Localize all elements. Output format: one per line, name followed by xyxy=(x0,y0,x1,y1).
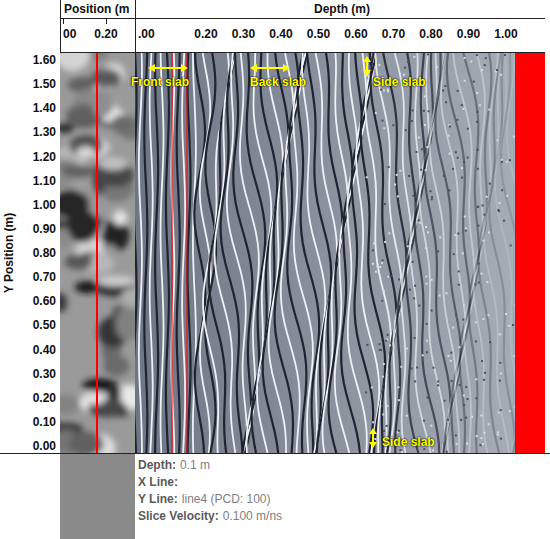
bottom-spacer xyxy=(0,453,60,539)
vertical-arrow-icon xyxy=(362,56,372,76)
axis-tick: 1.50 xyxy=(33,77,56,91)
axis-tick: 1.30 xyxy=(33,125,56,139)
depth-ticks: .00 0.20 0.30 0.40 0.50 0.60 0.70 0.80 0.90 1.00 xyxy=(136,19,545,52)
radargram-panel[interactable] xyxy=(135,53,515,453)
position-axis-title: Position (m xyxy=(61,0,135,19)
axis-tick: 1.00 xyxy=(33,198,56,212)
gpr-viewer: Position (m000.20Depth (m).000.200.300.4… xyxy=(0,0,550,539)
preview-box xyxy=(60,453,135,539)
color-bar xyxy=(515,53,545,453)
info-label: X Line: xyxy=(138,474,178,491)
cursor-line[interactable] xyxy=(172,53,173,453)
info-value: line4 (PCD: 100) xyxy=(182,491,271,508)
annotation-label: Back slab xyxy=(250,75,306,89)
axis-tick: 0.50 xyxy=(307,27,330,41)
axis-tick: 1.10 xyxy=(33,174,56,188)
info-label: Slice Velocity: xyxy=(138,508,219,525)
info-panel: Depth:0.1 mX Line:Y Line:line4 (PCD: 100… xyxy=(135,453,550,539)
axis-tick: 0.50 xyxy=(33,318,56,332)
annotation-layer: Front slab Back slab Side slab Side slab xyxy=(60,53,545,453)
axis-tick: 0.00 xyxy=(33,439,56,453)
slice-panel[interactable] xyxy=(60,53,135,453)
axis-tick: 00 xyxy=(63,27,76,41)
axis-tick: 0.60 xyxy=(344,27,367,41)
axis-tick: 0.90 xyxy=(33,222,56,236)
axis-tick: 0.30 xyxy=(33,367,56,381)
axis-tick: 0.20 xyxy=(94,27,117,41)
vertical-arrow-icon xyxy=(368,428,378,448)
axis-tick: 1.20 xyxy=(33,150,56,164)
axis-tick: 0.40 xyxy=(269,27,292,41)
info-row: Depth:0.1 m xyxy=(138,457,550,474)
depth-header: Depth (m) .00 0.20 0.30 0.40 0.50 0.60 0.70 0.80… xyxy=(135,0,545,53)
position-header: Position (m000.20 xyxy=(60,0,135,53)
info-label: Y Line: xyxy=(138,491,178,508)
info-row: X Line: xyxy=(138,474,550,491)
annotation-label: Side slab xyxy=(382,435,435,449)
y-axis-title: Y Position (m) xyxy=(2,213,16,293)
info-value: 0.1 m xyxy=(180,457,210,474)
cursor-line[interactable] xyxy=(187,53,188,453)
cursor-line[interactable] xyxy=(96,53,98,453)
axis-tick: 0.30 xyxy=(232,27,255,41)
axis-tick: 1.40 xyxy=(33,101,56,115)
axis-tick: 0.40 xyxy=(33,343,56,357)
position-ticks: 000.20 xyxy=(61,19,135,52)
annotation-label: Front slab xyxy=(131,75,189,89)
axis-tick: 0.70 xyxy=(33,270,56,284)
axis-tick: 0.60 xyxy=(33,294,56,308)
radargram xyxy=(135,53,515,453)
axis-tick: 0.20 xyxy=(194,27,217,41)
info-value: 0.100 m/ns xyxy=(223,508,282,525)
axis-tick: 1.60 xyxy=(33,53,56,67)
info-row: Slice Velocity:0.100 m/ns xyxy=(138,508,550,525)
axis-tick: 0.80 xyxy=(419,27,442,41)
double-arrow-icon xyxy=(250,63,290,73)
axis-tick: 0.10 xyxy=(33,415,56,429)
annotation-label: Side slab xyxy=(373,75,426,89)
info-label: Depth: xyxy=(138,457,176,474)
axis-tick: 0.90 xyxy=(457,27,480,41)
axis-tick: .00 xyxy=(138,27,155,41)
axis-tick: 1.00 xyxy=(494,27,517,41)
slice-image xyxy=(60,53,135,453)
y-axis: Y Position (m) 1.60 1.50 1.40 1.30 1.20 1.10 1.… xyxy=(0,53,60,453)
double-arrow-icon xyxy=(148,63,188,73)
info-row: Y Line:line4 (PCD: 100) xyxy=(138,491,550,508)
axis-tick: 0.20 xyxy=(33,391,56,405)
depth-axis-title: Depth (m) xyxy=(136,0,545,19)
axis-tick: 0.80 xyxy=(33,246,56,260)
axis-tick: 0.70 xyxy=(382,27,405,41)
